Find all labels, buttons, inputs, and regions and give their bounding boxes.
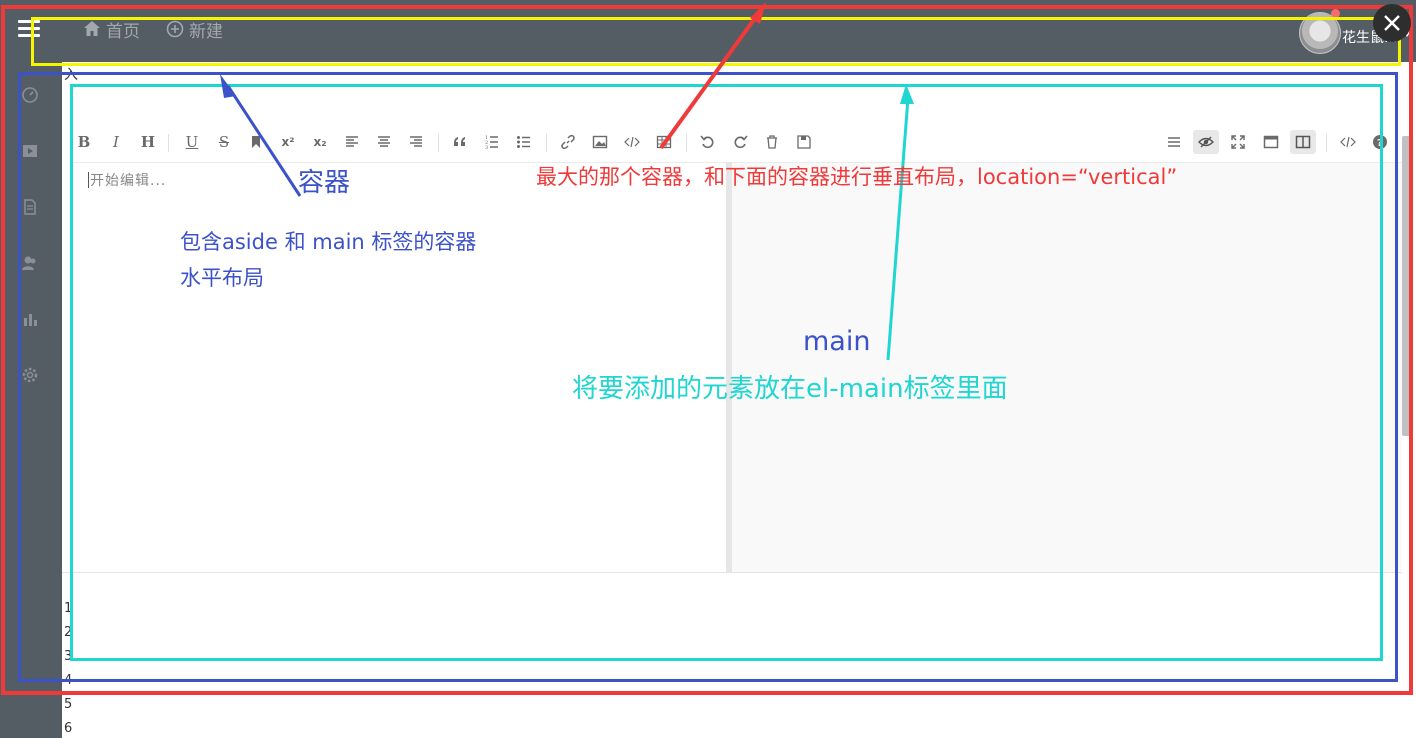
arrow-line-blue [226,85,302,197]
annotation-container: 容器 [298,168,351,198]
annotation-main-desc: 将要添加的元素放在el-main标签里面 [572,374,1008,404]
arrow-line-cyan [886,97,910,361]
close-button[interactable] [1373,4,1411,42]
annotation-aside-main-line2: 水平布局 [180,266,264,290]
annotation-aside-main-line1: 包含aside 和 main 标签的容器 [180,230,477,254]
annotation-vertical: 最大的那个容器，和下面的容器进行垂直布局，location=“vertical” [536,165,1178,189]
annotation-main-title: main [803,326,871,357]
close-icon [1384,15,1400,31]
arrow-head-blue [220,74,236,98]
arrow-line-red [659,12,760,150]
arrow-head-cyan [900,84,914,104]
